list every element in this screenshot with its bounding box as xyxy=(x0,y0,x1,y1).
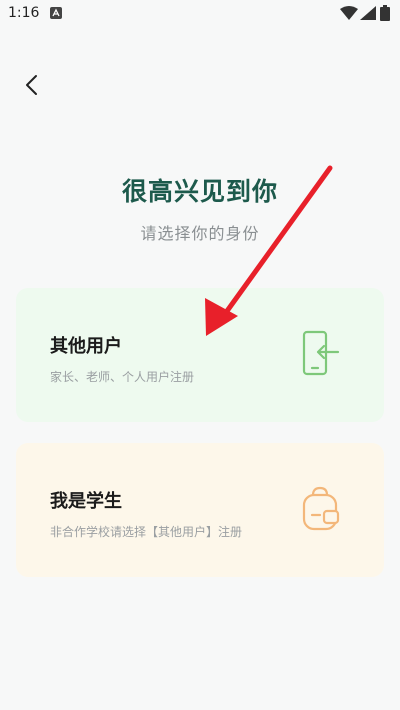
status-bar: 1:16 xyxy=(0,0,400,28)
status-time: 1:16 xyxy=(8,5,40,21)
battery-icon xyxy=(380,5,390,21)
other-user-card[interactable]: 其他用户 家长、老师、个人用户注册 xyxy=(16,288,384,422)
wifi-icon xyxy=(340,6,358,20)
page-title: 很高兴见到你 xyxy=(121,177,278,206)
page-subtitle: 请选择你的身份 xyxy=(140,224,260,243)
student-card[interactable]: 我是学生 非合作学校请选择【其他用户】注册 xyxy=(16,443,384,577)
other-user-desc: 家长、老师、个人用户注册 xyxy=(50,370,195,384)
backpack-icon xyxy=(302,486,340,531)
notification-icon xyxy=(50,7,62,19)
student-title: 我是学生 xyxy=(50,491,122,512)
student-desc: 非合作学校请选择【其他用户】注册 xyxy=(50,525,243,539)
login-phone-icon xyxy=(302,330,340,376)
back-button[interactable] xyxy=(16,70,46,100)
signal-icon xyxy=(360,6,376,20)
chevron-left-icon xyxy=(26,75,37,95)
other-user-title: 其他用户 xyxy=(50,336,122,357)
